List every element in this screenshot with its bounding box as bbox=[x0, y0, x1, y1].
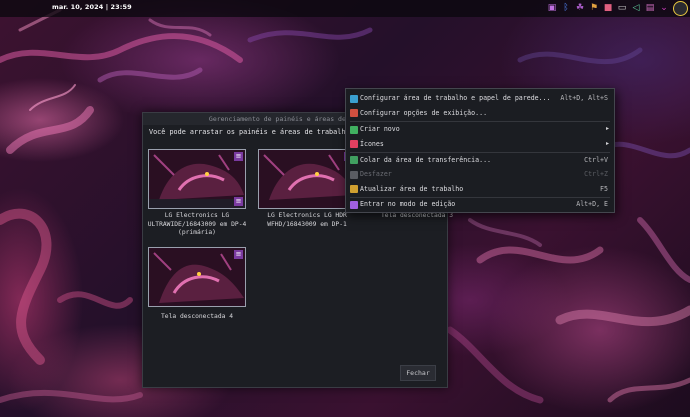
menu-item-undo: Desfazer Ctrl+Z bbox=[346, 167, 614, 182]
menu-item-shortcut: Alt+D, E bbox=[576, 200, 608, 208]
screen-label: Tela desconectada 3 bbox=[380, 212, 454, 219]
submenu-arrow-icon: ▸ bbox=[605, 125, 609, 132]
edit-mode-icon bbox=[350, 200, 358, 209]
display-options-icon bbox=[350, 109, 358, 117]
create-new-icon bbox=[350, 125, 358, 134]
screen-label: LG Electronics LG ULTRAWIDE/16843009 em … bbox=[147, 212, 247, 236]
avatar-icon[interactable] bbox=[673, 1, 688, 16]
dragon-wallpaper-thumbnail bbox=[259, 150, 355, 208]
menu-item-shortcut: Alt+D, Alt+S bbox=[560, 94, 608, 102]
menu-item-edit-mode[interactable]: Entrar no modo de edição Alt+D, E bbox=[346, 197, 614, 212]
screen-label: LG Electronics LG HDR WFHD/16843009 em D… bbox=[267, 212, 347, 228]
menu-item-label: Configurar área de trabalho e papel de p… bbox=[360, 94, 551, 102]
panel-strip bbox=[149, 199, 245, 208]
desktop-settings-icon bbox=[350, 94, 358, 103]
refresh-icon bbox=[350, 185, 358, 193]
menu-item-label: Atualizar área de trabalho bbox=[360, 184, 464, 193]
menu-item-shortcut: F5 bbox=[600, 184, 608, 193]
chevron-icon[interactable]: ⌄ bbox=[659, 3, 669, 14]
menu-item-label: Ícones bbox=[360, 139, 384, 148]
system-tray: ▣ ᛒ ☘ ⚑ ■ ▭ ◁ ▤ ⌄ bbox=[547, 1, 688, 16]
menu-item-label: Criar novo bbox=[360, 125, 400, 133]
dragon-icon[interactable]: ☘ bbox=[575, 3, 585, 14]
menu-item-label: Colar da área de transferência... bbox=[360, 155, 492, 164]
volume-icon[interactable]: ◁ bbox=[631, 3, 641, 14]
bluetooth-icon[interactable]: ᛒ bbox=[561, 3, 571, 14]
menu-item-refresh[interactable]: Atualizar área de trabalho F5 bbox=[346, 182, 614, 197]
submenu-arrow-icon: ▸ bbox=[605, 139, 609, 147]
menu-item-create-new[interactable]: Criar novo ▸ bbox=[346, 122, 614, 137]
clock-datetime[interactable]: mar. 10, 2024 | 23:59 bbox=[52, 3, 132, 11]
lock-icon[interactable]: ■ bbox=[603, 3, 613, 14]
icons-icon bbox=[350, 140, 358, 148]
menu-item-display-options[interactable]: Configurar opções de exibição... bbox=[346, 106, 614, 121]
menu-item-paste[interactable]: Colar da área de transferência... Ctrl+V bbox=[346, 153, 614, 168]
user-icon[interactable]: ▣ bbox=[547, 3, 557, 14]
close-button[interactable]: Fechar bbox=[400, 365, 436, 381]
undo-icon bbox=[350, 170, 358, 179]
desktop-context-menu: Configurar área de trabalho e papel de p… bbox=[345, 88, 615, 213]
screen-thumbnail[interactable]: ≡ bbox=[258, 149, 356, 209]
menu-item-shortcut: Ctrl+V bbox=[584, 155, 608, 164]
menu-item-icons[interactable]: Ícones ▸ bbox=[346, 137, 614, 152]
screen-menu-button[interactable]: ≡ bbox=[234, 152, 243, 161]
menu-item-shortcut: Ctrl+Z bbox=[584, 170, 608, 178]
top-panel: mar. 10, 2024 | 23:59 ▣ ᛒ ☘ ⚑ ■ ▭ ◁ ▤ ⌄ bbox=[0, 0, 690, 17]
screen-thumbnail[interactable]: ≡ bbox=[148, 247, 246, 307]
panel-menu-button[interactable]: ≡ bbox=[234, 197, 243, 206]
flag-icon[interactable]: ⚑ bbox=[589, 3, 599, 14]
menu-item-configure-desktop[interactable]: Configurar área de trabalho e papel de p… bbox=[346, 91, 614, 106]
dragon-wallpaper-thumbnail bbox=[149, 248, 245, 306]
menu-item-label: Configurar opções de exibição... bbox=[360, 108, 488, 117]
display-icon[interactable]: ▤ bbox=[645, 3, 655, 14]
battery-icon[interactable]: ▭ bbox=[617, 3, 627, 14]
screen-label: Tela desconectada 4 bbox=[160, 313, 234, 320]
screen-thumbnail[interactable]: ≡ ≡ bbox=[148, 149, 246, 209]
screen-menu-button[interactable]: ≡ bbox=[234, 250, 243, 259]
menu-item-label: Desfazer bbox=[360, 170, 392, 178]
menu-item-label: Entrar no modo de edição bbox=[360, 200, 456, 208]
paste-icon bbox=[350, 156, 358, 164]
